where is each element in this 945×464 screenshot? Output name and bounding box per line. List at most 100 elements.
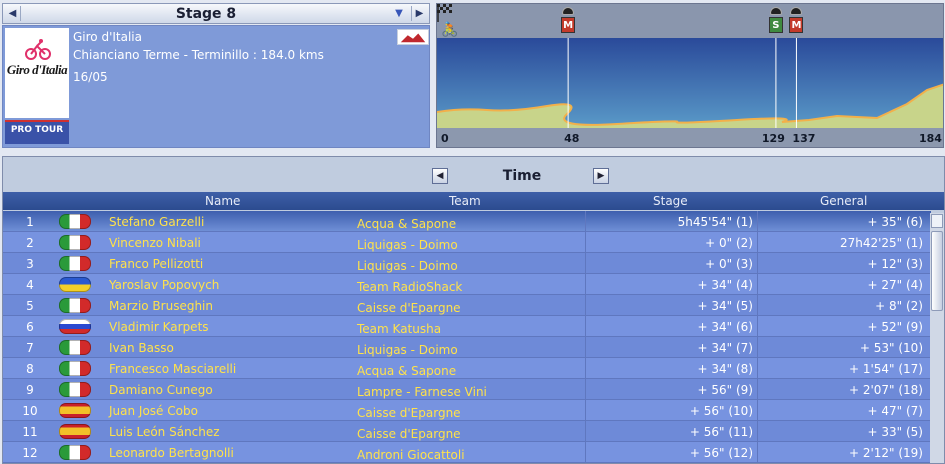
table-row[interactable]: 7 Ivan Basso Liquigas - Doimo + 34" (7) + 53… bbox=[3, 337, 931, 358]
row-rank: 1 bbox=[26, 215, 34, 229]
team-name[interactable]: Caisse d'Epargne bbox=[357, 427, 461, 441]
km-label: 0 bbox=[441, 132, 449, 145]
table-row[interactable]: 6 Vladimir Karpets Team Katusha + 34" (6) + … bbox=[3, 316, 931, 337]
table-row[interactable]: 8 Francesco Masciarelli Acqua & Sapone + 34… bbox=[3, 358, 931, 379]
prev-stage-icon[interactable]: ◀ bbox=[5, 6, 21, 21]
row-rank: 4 bbox=[26, 278, 34, 292]
next-stage-icon[interactable]: ▶ bbox=[411, 6, 427, 21]
team-name[interactable]: Caisse d'Epargne bbox=[357, 406, 461, 420]
cell-divider bbox=[585, 400, 586, 420]
cell-divider bbox=[757, 295, 758, 315]
prev-mode-icon[interactable]: ◀ bbox=[432, 168, 448, 184]
rider-name[interactable]: Franco Pellizotti bbox=[109, 257, 203, 271]
team-name[interactable]: Liquigas - Doimo bbox=[357, 259, 458, 273]
flag-it-icon bbox=[59, 340, 91, 355]
general-time: + 47" (7) bbox=[867, 404, 923, 418]
rider-name[interactable]: Leonardo Bertagnolli bbox=[109, 446, 234, 460]
rider-name[interactable]: Vladimir Karpets bbox=[109, 320, 209, 334]
mountain-marker-icon[interactable]: M bbox=[789, 7, 804, 37]
row-rank: 5 bbox=[26, 299, 34, 313]
cell-divider bbox=[585, 442, 586, 462]
scroll-up-icon[interactable] bbox=[931, 214, 943, 228]
cell-divider bbox=[585, 211, 586, 231]
rider-name[interactable]: Stefano Garzelli bbox=[109, 215, 204, 229]
race-logo: Giro d'Italia bbox=[5, 28, 69, 118]
stage-title: Stage 8 bbox=[175, 6, 237, 22]
scrollbar[interactable] bbox=[930, 213, 944, 463]
table-row[interactable]: 9 Damiano Cunego Lampre - Farnese Vini + 56… bbox=[3, 379, 931, 400]
header-name[interactable]: Name bbox=[205, 194, 240, 208]
table-row[interactable]: 12 Leonardo Bertagnolli Androni Giocattoli… bbox=[3, 442, 931, 463]
rider-name[interactable]: Juan José Cobo bbox=[109, 404, 198, 418]
rider-name[interactable]: Damiano Cunego bbox=[109, 383, 213, 397]
stage-time: + 34" (6) bbox=[697, 320, 753, 334]
cyclist-icon: 🚴 bbox=[441, 22, 459, 38]
cell-divider bbox=[757, 421, 758, 441]
table-row[interactable]: 4 Yaroslav Popovych Team RadioShack + 34" (… bbox=[3, 274, 931, 295]
results-mode-title: Time bbox=[502, 168, 542, 184]
stage-time: + 34" (5) bbox=[697, 299, 753, 313]
row-rank: 12 bbox=[22, 446, 38, 460]
header-general[interactable]: General bbox=[820, 194, 867, 208]
row-rank: 8 bbox=[26, 362, 34, 376]
cell-divider bbox=[757, 211, 758, 231]
cell-divider bbox=[757, 379, 758, 399]
general-time: + 2'07" (18) bbox=[848, 383, 923, 397]
table-row[interactable]: 1 Stefano Garzelli Acqua & Sapone 5h45'54" … bbox=[3, 211, 931, 232]
general-time: + 52" (9) bbox=[867, 320, 923, 334]
team-name[interactable]: Liquigas - Doimo bbox=[357, 343, 458, 357]
cell-divider bbox=[757, 232, 758, 252]
stage-time: + 0" (3) bbox=[705, 257, 753, 271]
cell-divider bbox=[585, 358, 586, 378]
table-row[interactable]: 3 Franco Pellizotti Liquigas - Doimo + 0" (… bbox=[3, 253, 931, 274]
km-label: 48 bbox=[564, 132, 580, 145]
rider-name[interactable]: Ivan Basso bbox=[109, 341, 174, 355]
team-name[interactable]: Team RadioShack bbox=[357, 280, 462, 294]
row-rank: 2 bbox=[26, 236, 34, 250]
general-time: + 35" (6) bbox=[867, 215, 923, 229]
flag-ua-icon bbox=[59, 277, 91, 292]
rider-name[interactable]: Marzio Bruseghin bbox=[109, 299, 213, 313]
team-name[interactable]: Acqua & Sapone bbox=[357, 217, 456, 231]
pro-tour-badge: PRO TOUR bbox=[5, 120, 69, 144]
km-label: 129 bbox=[761, 132, 785, 145]
stage-time: + 34" (7) bbox=[697, 341, 753, 355]
team-name[interactable]: Caisse d'Epargne bbox=[357, 301, 461, 315]
general-time: + 27" (4) bbox=[867, 278, 923, 292]
general-time: + 2'12" (19) bbox=[848, 446, 923, 460]
stage-selector[interactable]: ◀ Stage 8 ▼ ▶ bbox=[2, 3, 430, 24]
team-name[interactable]: Androni Giocattoli bbox=[357, 448, 465, 462]
team-name[interactable]: Team Katusha bbox=[357, 322, 441, 336]
header-team[interactable]: Team bbox=[449, 194, 481, 208]
cyclist-logo-icon bbox=[25, 39, 51, 60]
next-mode-icon[interactable]: ▶ bbox=[593, 168, 609, 184]
team-name[interactable]: Acqua & Sapone bbox=[357, 364, 456, 378]
flag-es-icon bbox=[59, 403, 91, 418]
km-label: 137 bbox=[792, 132, 816, 145]
team-name[interactable]: Lampre - Farnese Vini bbox=[357, 385, 487, 399]
rider-name[interactable]: Francesco Masciarelli bbox=[109, 362, 236, 376]
stage-time: + 34" (8) bbox=[697, 362, 753, 376]
scroll-thumb[interactable] bbox=[931, 231, 943, 311]
general-time: + 53" (10) bbox=[859, 341, 923, 355]
stage-time: + 56" (11) bbox=[689, 425, 753, 439]
rider-name[interactable]: Yaroslav Popovych bbox=[109, 278, 219, 292]
flag-it-icon bbox=[59, 361, 91, 376]
rider-name[interactable]: Vincenzo Nibali bbox=[109, 236, 201, 250]
rider-name[interactable]: Luis León Sánchez bbox=[109, 425, 220, 439]
team-name[interactable]: Liquigas - Doimo bbox=[357, 238, 458, 252]
table-row[interactable]: 11 Luis León Sánchez Caisse d'Epargne + 56"… bbox=[3, 421, 931, 442]
stage-dropdown-icon[interactable]: ▼ bbox=[391, 6, 407, 21]
general-time: + 33" (5) bbox=[867, 425, 923, 439]
cell-divider bbox=[585, 337, 586, 357]
flag-it-icon bbox=[59, 382, 91, 397]
header-stage[interactable]: Stage bbox=[653, 194, 688, 208]
table-row[interactable]: 5 Marzio Bruseghin Caisse d'Epargne + 34" (… bbox=[3, 295, 931, 316]
table-row[interactable]: 2 Vincenzo Nibali Liquigas - Doimo + 0" (2)… bbox=[3, 232, 931, 253]
mountain-marker-icon[interactable]: M bbox=[561, 7, 576, 37]
stage-date: 16/05 bbox=[73, 70, 108, 84]
stage-profile: 🚴 MSM 0 48 129 137 184 bbox=[436, 3, 944, 148]
stage-time: + 56" (10) bbox=[689, 404, 753, 418]
sprint-marker-icon[interactable]: S bbox=[768, 7, 783, 37]
table-row[interactable]: 10 Juan José Cobo Caisse d'Epargne + 56" (1… bbox=[3, 400, 931, 421]
